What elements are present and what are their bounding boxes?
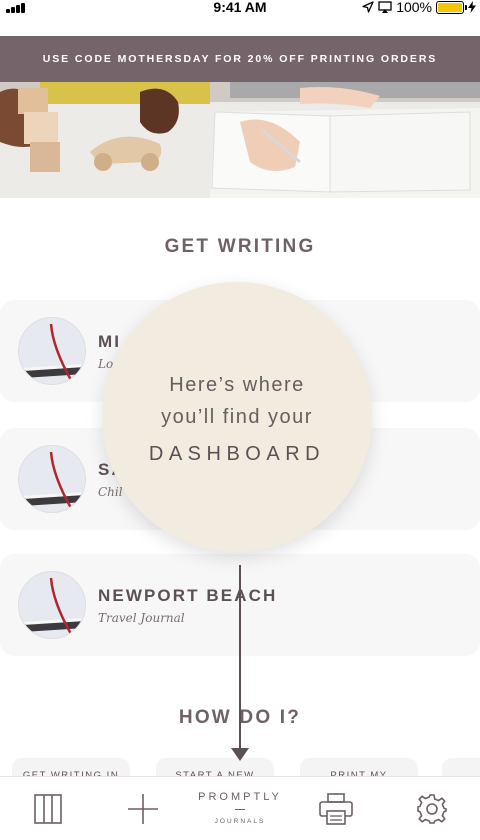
charging-bolt-icon: [468, 1, 476, 13]
tab-dashboard[interactable]: [18, 777, 78, 840]
tooltip-dashboard-word: DASHBOARD: [148, 442, 326, 465]
location-arrow-icon: [362, 1, 374, 13]
dashboard-columns-icon: [34, 794, 62, 824]
plus-icon: [128, 794, 158, 824]
journal-subtitle: Chil: [98, 485, 123, 499]
tab-print[interactable]: [306, 777, 366, 840]
tooltip-arrow-line: [239, 565, 241, 759]
brand-name: PROMPTLY: [198, 791, 282, 803]
journal-title: NEWPORT BEACH: [98, 586, 278, 605]
battery-icon: [436, 0, 467, 14]
tooltip-arrow-head: [231, 748, 249, 761]
journal-subtitle: Travel Journal: [98, 611, 185, 625]
tooltip-line-2: you’ll find your: [161, 405, 313, 428]
status-bar: 9:41 AM 100%: [0, 0, 480, 16]
journal-book-icon: [18, 317, 86, 385]
bottom-tab-bar: PROMPTLY JOURNALS: [0, 776, 480, 840]
gear-icon: [417, 794, 447, 824]
brand-divider: [235, 809, 245, 810]
promo-text: USE CODE MOTHERSDAY FOR 20% OFF PRINTING…: [42, 53, 438, 65]
tab-new-journal[interactable]: [113, 777, 173, 840]
hero-image: [0, 82, 480, 198]
journal-book-icon: [18, 445, 86, 513]
tooltip-line-1: Here’s where: [169, 373, 305, 396]
dashboard-tooltip[interactable]: Here’s where you’ll find your DASHBOARD: [102, 282, 372, 552]
promo-banner[interactable]: USE CODE MOTHERSDAY FOR 20% OFF PRINTING…: [0, 36, 480, 82]
status-right: 100%: [362, 0, 476, 15]
brand-sub: JOURNALS: [214, 818, 266, 825]
airplay-icon: [378, 1, 392, 13]
journal-title: MI: [98, 332, 122, 351]
get-writing-heading: GET WRITING: [164, 236, 316, 257]
promptly-logo[interactable]: PROMPTLY JOURNALS: [190, 791, 290, 825]
journal-book-icon: [18, 571, 86, 639]
battery-percent: 100%: [396, 0, 432, 15]
printer-icon: [319, 793, 353, 825]
tab-settings[interactable]: [402, 777, 462, 840]
